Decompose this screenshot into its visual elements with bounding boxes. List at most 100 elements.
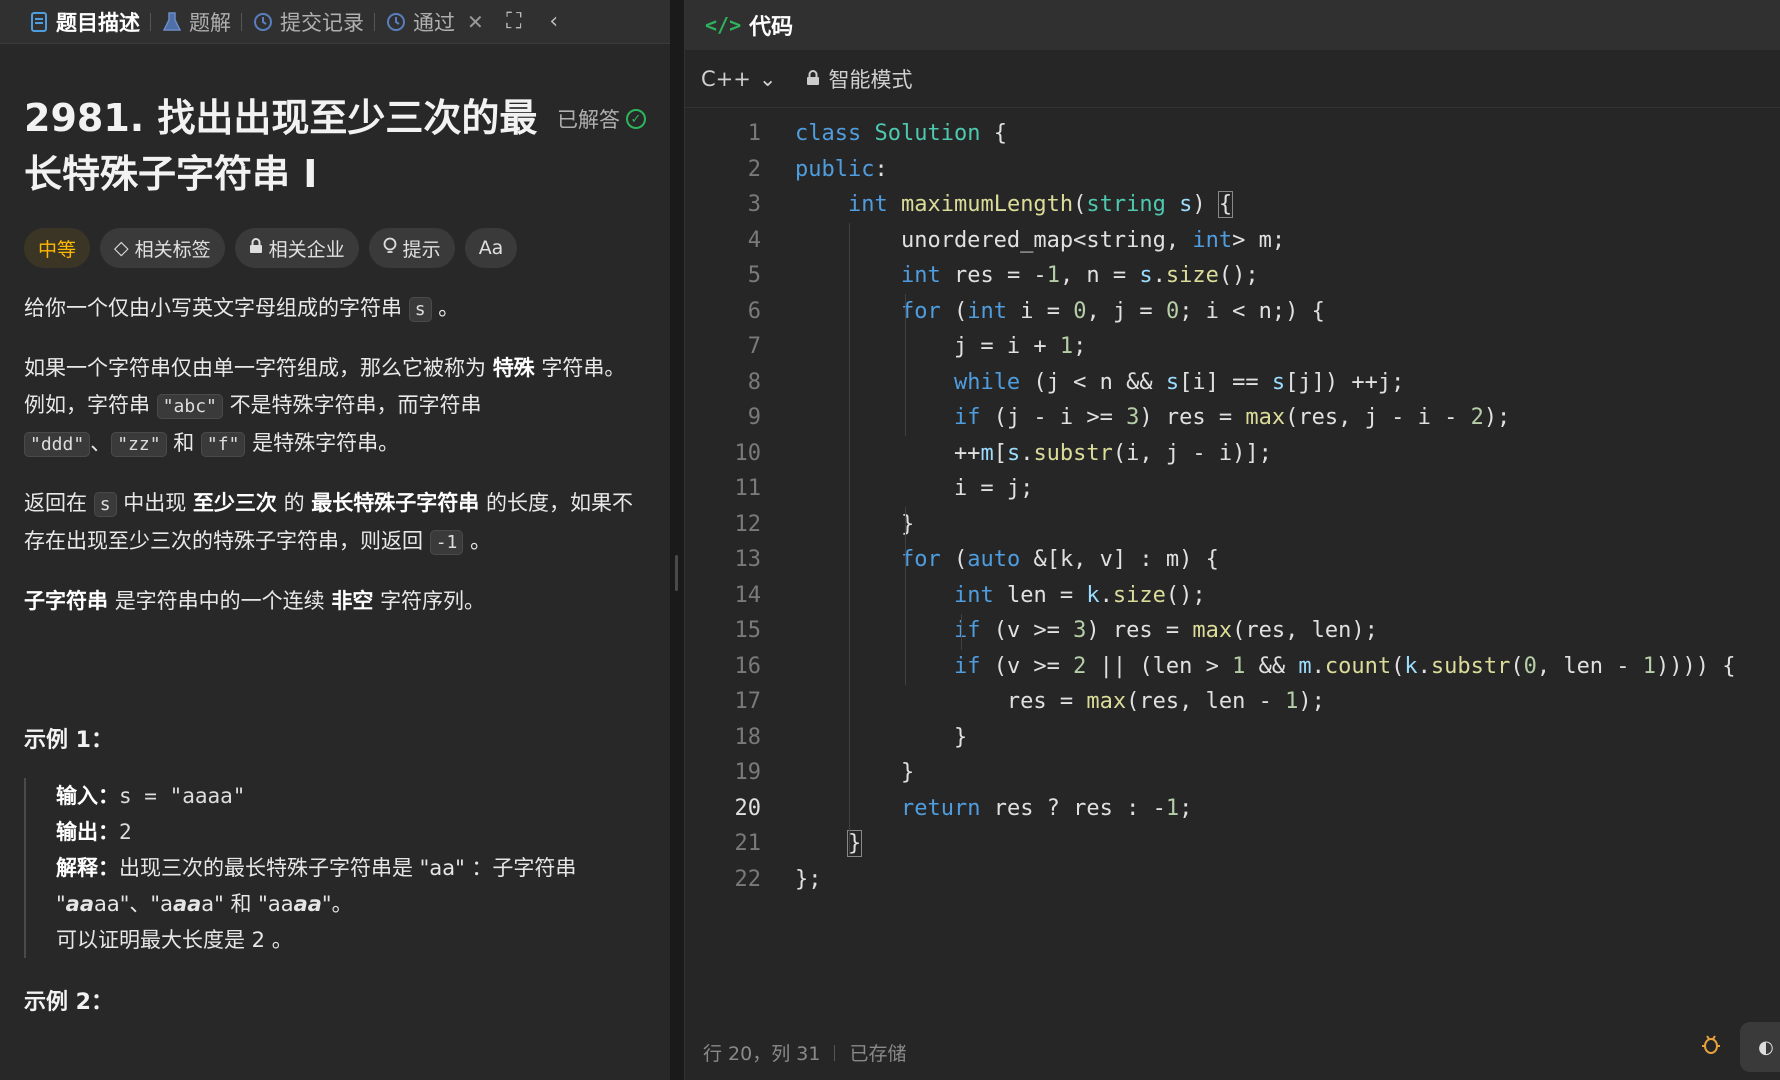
flask-icon — [161, 11, 183, 33]
p4-text: 字符序列。 — [380, 589, 486, 613]
code-editor[interactable]: 1 class Solution { 2 public: 3 int maximum… — [685, 116, 1780, 897]
p4-bold: 非空 — [331, 589, 374, 613]
language-label: C++ — [701, 66, 751, 91]
page-title: 2981. 找出出现至少三次的最长特殊子字符串 I — [24, 96, 538, 196]
debug-icon[interactable] — [1700, 1033, 1722, 1060]
p3-text: 中出现 — [123, 491, 187, 515]
solved-status: 已解答 ✓ — [557, 104, 646, 134]
p2-text: 、 — [90, 431, 112, 455]
companies-label: 相关企业 — [268, 238, 345, 261]
code-panel: </> 代码 C++ ⌄ 智能模式 1 class Solution { 2 pub… — [684, 0, 1780, 1080]
description-p1: 给你一个仅由小写英文字母组成的字符串 s 。 — [24, 290, 646, 328]
example-2-title: 示例 2： — [24, 990, 113, 1015]
tab-solution-label: 题解 — [189, 10, 231, 35]
tab-accepted-label: 通过 — [413, 10, 455, 35]
p2-text: 是特殊字符串。 — [252, 431, 400, 455]
explanation-emph: aa — [293, 892, 322, 916]
code-line: 22}; — [734, 866, 822, 892]
indent-guide — [905, 507, 906, 685]
p2-text: 如果一个字符串仅由单一字符组成，那么它被称为 — [24, 356, 486, 380]
lightbulb-icon — [383, 237, 397, 260]
explanation-text: aa"、"a — [94, 892, 173, 916]
p2-text: 不是特殊字符串，而字符串 — [229, 393, 482, 417]
problem-panel: 题目描述 题解 提交记录 通过 ✕ ⛶ ‹ 2981. 找出出现至少三次的最长特… — [0, 0, 670, 1080]
indent-guide — [905, 294, 906, 436]
inline-code: "zz" — [111, 432, 167, 457]
companies-button[interactable]: 相关企业 — [234, 228, 359, 268]
p2-bold: 特殊 — [492, 356, 535, 380]
indent-guide — [849, 223, 850, 855]
p3-text: 的 — [283, 491, 305, 515]
hint-button[interactable]: 提示 — [368, 228, 455, 268]
resize-grip[interactable] — [675, 555, 678, 591]
fullscreen-icon[interactable]: ⛶ — [494, 9, 534, 34]
inline-code: s — [408, 297, 432, 322]
code-line: 3 int maximumLength(string s) { — [747, 191, 1234, 219]
tab-description-label: 题目描述 — [56, 10, 140, 35]
tag-icon: ◇ — [114, 237, 129, 259]
code-line: 1 class Solution { — [747, 121, 1007, 147]
example-conclusion: 可以证明最大长度是 2 。 — [56, 928, 293, 952]
chevron-down-icon: ⌄ — [758, 66, 777, 91]
status-divider — [834, 1044, 836, 1061]
input-value: s = "aaaa" — [119, 784, 246, 808]
difficulty-badge[interactable]: 中等 — [24, 228, 91, 268]
tab-accepted[interactable]: 通过 ✕ — [375, 0, 494, 44]
font-size-button[interactable]: Aa — [464, 228, 518, 268]
history-icon — [385, 11, 407, 33]
output-label: 输出： — [56, 820, 119, 844]
smart-mode-label: 智能模式 — [828, 67, 913, 92]
output-value: 2 — [119, 820, 132, 844]
check-icon: ✓ — [626, 109, 646, 129]
editor-toolbar: C++ ⌄ 智能模式 — [685, 50, 1780, 108]
explanation-emph: aa — [172, 892, 202, 916]
example-output: 输出：2 — [56, 814, 646, 850]
code-panel-title: 代码 — [749, 15, 794, 40]
input-label: 输入： — [56, 784, 119, 808]
document-icon — [28, 11, 50, 33]
save-status: 已存储 — [849, 1043, 907, 1065]
example-1-title: 示例 1： — [24, 728, 113, 753]
p2-text: 和 — [173, 431, 195, 455]
inline-code: "abc" — [156, 394, 223, 419]
solved-label: 已解答 — [557, 108, 620, 132]
related-tags-label: 相关标签 — [134, 238, 211, 261]
hint-label: 提示 — [402, 238, 441, 261]
p3-bold: 最长特殊子字符串 — [311, 491, 480, 515]
description-p3: 返回在 s 中出现 至少三次 的 最长特殊子字符串 的长度，如果不存在出现至少三… — [24, 485, 646, 561]
related-tags-button[interactable]: ◇ 相关标签 — [100, 228, 225, 268]
tab-description[interactable]: 题目描述 — [18, 0, 150, 44]
panel-resizer[interactable] — [670, 0, 684, 1080]
floating-assistant-button[interactable]: ◐ — [1740, 1022, 1780, 1072]
tab-submissions[interactable]: 提交记录 — [242, 0, 374, 44]
explanation-label: 解释： — [56, 856, 119, 880]
chat-icon: ◐ — [1758, 1036, 1774, 1058]
chevron-left-icon[interactable]: ‹ — [534, 9, 574, 34]
translate-icon: Aa — [478, 237, 504, 259]
code-icon: </> — [705, 13, 742, 37]
language-select[interactable]: C++ ⌄ — [701, 67, 776, 91]
problem-tabs: 题目描述 题解 提交记录 通过 ✕ ⛶ ‹ — [0, 0, 670, 44]
editor-status-bar: 行 20，列 31 已存储 — [703, 1039, 906, 1066]
tab-solution[interactable]: 题解 — [151, 0, 241, 44]
p4-bold: 子字符串 — [24, 589, 108, 613]
p3-text: 。 — [470, 529, 492, 553]
cursor-position: 行 20，列 31 — [703, 1043, 821, 1065]
close-icon[interactable]: ✕ — [467, 10, 484, 34]
problem-content: 2981. 找出出现至少三次的最长特殊子字符串 I 已解答 ✓ 中等 ◇ 相关标… — [0, 90, 670, 1016]
description-p2: 如果一个字符串仅由单一字符组成，那么它被称为 特殊 字符串。例如，字符串 "ab… — [24, 350, 646, 463]
history-icon — [252, 11, 274, 33]
inline-code: "f" — [200, 432, 246, 457]
lock-icon — [249, 237, 263, 259]
example-input: 输入：s = "aaaa" — [56, 778, 646, 814]
tag-row: 中等 ◇ 相关标签 相关企业 提示 Aa — [24, 228, 646, 268]
explanation-text: a" 和 "aa — [201, 892, 294, 916]
explanation-emph: aa — [65, 892, 95, 916]
description-p4: 子字符串 是字符串中的一个连续 非空 字符序列。 — [24, 583, 646, 620]
p3-bold: 至少三次 — [192, 491, 277, 515]
tab-submissions-label: 提交记录 — [280, 10, 364, 35]
inline-code: s — [93, 492, 117, 517]
inline-code: -1 — [429, 530, 464, 555]
lock-icon — [806, 67, 820, 91]
smart-mode-toggle[interactable]: 智能模式 — [806, 64, 912, 94]
